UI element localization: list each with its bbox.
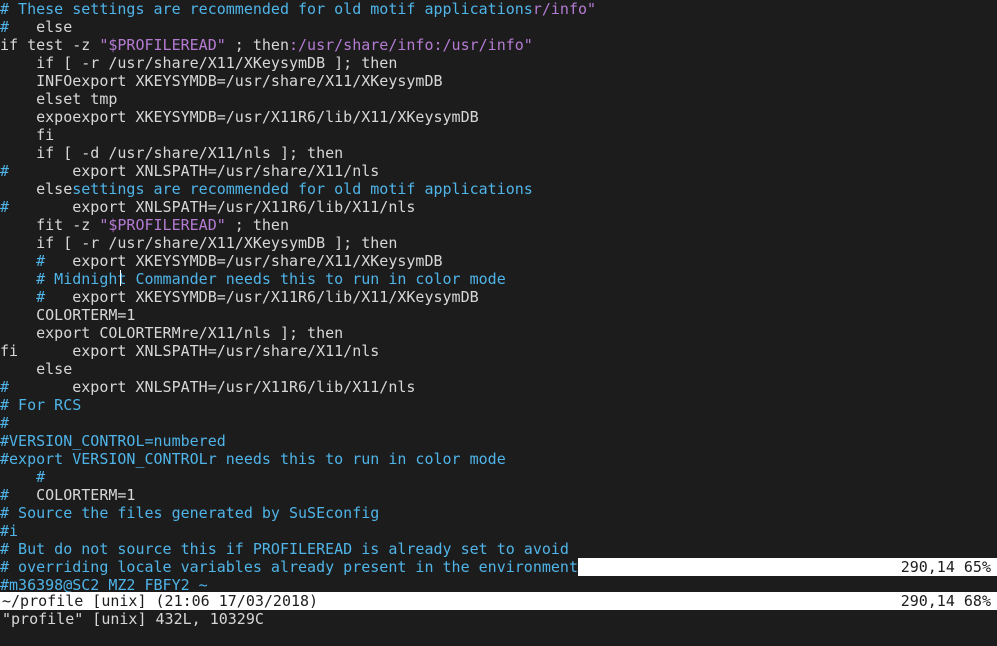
code-line: # export XKEYSYMDB=/usr/share/X11/XKeysy…	[0, 252, 997, 270]
code-line: fit -z "$PROFILEREAD" ; then	[0, 216, 997, 234]
code-segment: "$PROFILEREAD"	[99, 216, 226, 234]
code-segment: ; then	[225, 36, 289, 54]
code-segment: export XKEYSYMDB=/usr/share/X11/XKeysymD…	[45, 252, 443, 270]
code-segment: # These settings are recommended for old…	[0, 0, 533, 18]
code-line: #i	[0, 522, 997, 540]
code-segment: export XNLSPATH=/usr/X11R6/lib/X11/nls	[9, 378, 416, 396]
code-line: #	[0, 414, 997, 432]
code-line: # else	[0, 18, 997, 36]
code-line: # export XKEYSYMDB=/usr/X11R6/lib/X11/XK…	[0, 288, 997, 306]
code-segment: else	[0, 180, 73, 198]
code-segment: INFOexport XKEYSYMDB=/usr/share/X11/XKey…	[0, 72, 443, 90]
code-segment: #VERSION_CONTROL=numbered	[0, 432, 226, 450]
code-line: COLORTERM=1	[0, 306, 997, 324]
code-line: #VERSION_CONTROL=numbered	[0, 432, 997, 450]
status-line: ~/profile [unix] (21:06 17/03/2018) 290,…	[0, 592, 997, 610]
code-segment: # Midnight Commander needs this to run i…	[0, 270, 506, 288]
code-line: if [ -r /usr/share/X11/XKeysymDB ]; then	[0, 234, 997, 252]
status-position: 290,14 68%	[900, 592, 991, 610]
code-segment: # overriding locale variables already pr…	[0, 558, 578, 576]
code-line: fi export XNLSPATH=/usr/share/X11/nls	[0, 342, 997, 360]
code-segment: #	[0, 486, 10, 504]
code-line: # For RCS	[0, 396, 997, 414]
inline-ruler-bar: 290,14 65%	[578, 558, 997, 576]
code-line: # export XNLSPATH=/usr/X11R6/lib/X11/nls	[0, 198, 997, 216]
code-line: else	[0, 360, 997, 378]
code-segment: fi	[0, 126, 55, 144]
code-line: # These settings are recommended for old…	[0, 0, 997, 18]
code-line: # COLORTERM=1	[0, 486, 997, 504]
code-segment: #	[0, 18, 10, 36]
code-segment: ; then	[225, 216, 289, 234]
status-file-info: ~/profile [unix] (21:06 17/03/2018)	[2, 592, 319, 610]
code-segment: fit -z	[0, 216, 100, 234]
code-segment: :/usr/share/info:/usr/info"	[289, 36, 533, 54]
code-line: elset tmp	[0, 90, 997, 108]
code-segment: #	[0, 288, 46, 306]
code-segment: if [ -d /usr/share/X11/nls ]; then	[0, 144, 344, 162]
code-segment: export XNLSPATH=/usr/share/X11/nls	[9, 162, 380, 180]
code-line: expoexport XKEYSYMDB=/usr/X11R6/lib/X11/…	[0, 108, 997, 126]
code-line: if test -z "$PROFILEREAD" ; then:/usr/sh…	[0, 36, 997, 54]
code-segment: r/info"	[532, 0, 597, 18]
code-segment: else	[0, 360, 73, 378]
code-segment: #	[0, 198, 10, 216]
code-line: # Source the files generated by SuSEconf…	[0, 504, 997, 522]
text-cursor	[120, 270, 121, 286]
code-segment: # Source the files generated by SuSEconf…	[0, 504, 380, 522]
code-segment: fi export XNLSPATH=/usr/share/X11/nls	[0, 342, 380, 360]
code-line: fi	[0, 126, 997, 144]
code-segment: expoexport XKEYSYMDB=/usr/X11R6/lib/X11/…	[0, 108, 479, 126]
command-line[interactable]: "profile" [unix] 432L, 10329C	[2, 610, 264, 628]
code-line: # export XNLSPATH=/usr/share/X11/nls	[0, 162, 997, 180]
code-line: if [ -r /usr/share/X11/XKeysymDB ]; then	[0, 54, 997, 72]
code-line: # But do not source this if PROFILEREAD …	[0, 540, 997, 558]
code-segment: if [ -r /usr/share/X11/XKeysymDB ]; then	[0, 234, 398, 252]
code-line: # overriding locale variables already pr…	[0, 558, 997, 576]
code-segment: #	[0, 378, 10, 396]
code-segment: #i	[0, 522, 19, 540]
code-segment: export XNLSPATH=/usr/X11R6/lib/X11/nls	[9, 198, 416, 216]
code-line: #export VERSION_CONTROLr needs this to r…	[0, 450, 997, 468]
code-segment: if test -z	[0, 36, 100, 54]
code-segment: #	[0, 468, 46, 486]
code-segment: # For RCS	[0, 396, 82, 414]
code-segment: export XKEYSYMDB=/usr/X11R6/lib/X11/XKey…	[45, 288, 479, 306]
code-segment: #	[0, 414, 10, 432]
code-line: # export XNLSPATH=/usr/X11R6/lib/X11/nls	[0, 378, 997, 396]
code-segment: else	[9, 18, 73, 36]
code-line: if [ -d /usr/share/X11/nls ]; then	[0, 144, 997, 162]
code-segment: COLORTERM=1	[9, 486, 136, 504]
code-segment: "$PROFILEREAD"	[99, 36, 226, 54]
code-line: #	[0, 468, 997, 486]
code-segment: #	[0, 252, 46, 270]
code-segment: COLORTERM=1	[0, 306, 136, 324]
code-segment: #export VERSION_CONTROLr needs this to r…	[0, 450, 506, 468]
code-line: INFOexport XKEYSYMDB=/usr/share/X11/XKey…	[0, 72, 997, 90]
code-line: elsesettings are recommended for old mot…	[0, 180, 997, 198]
code-segment: settings are recommended for old motif a…	[72, 180, 533, 198]
code-line: export COLORTERMre/X11/nls ]; then	[0, 324, 997, 342]
code-segment: #	[0, 162, 10, 180]
code-segment: export COLORTERMre/X11/nls ]; then	[0, 324, 344, 342]
code-segment: if [ -r /usr/share/X11/XKeysymDB ]; then	[0, 54, 398, 72]
code-line: # Midnight Commander needs this to run i…	[0, 270, 997, 288]
code-segment: # But do not source this if PROFILEREAD …	[0, 540, 569, 558]
code-segment: elset tmp	[0, 90, 118, 108]
inline-ruler-position: 290,14 65%	[900, 558, 991, 576]
